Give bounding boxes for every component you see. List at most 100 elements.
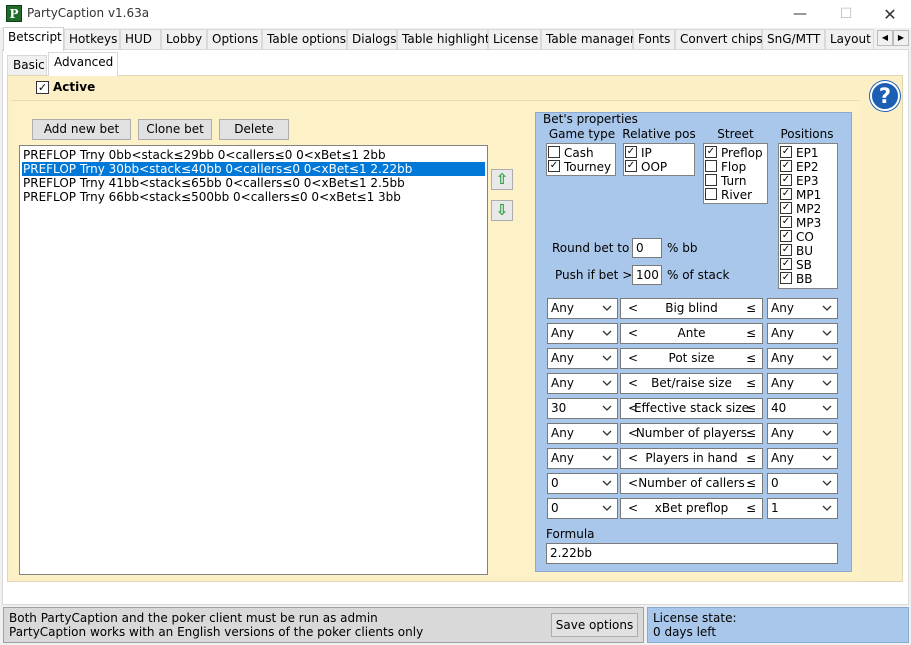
tab-sng-mtt[interactable]: SnG/MTT [762,29,825,50]
subtab-basic[interactable]: Basic [7,55,47,75]
checkbox[interactable]: ✓ [625,160,637,172]
condition-name: xBet preflop [654,501,729,515]
license-state-label: License state: [653,611,737,625]
pot-size-max-select[interactable]: Any [767,348,838,369]
less-equal-symbol: ≤ [745,376,756,390]
round-bet-unit: % bb [667,241,698,255]
clone-bet-button[interactable]: Clone bet [138,119,212,140]
big-blind-max-select[interactable]: Any [767,298,838,319]
ante-min-select[interactable]: Any [547,323,618,344]
select-value: Any [771,326,794,340]
checkbox-label: SB [796,258,812,272]
ante-max-select[interactable]: Any [767,323,838,344]
number-of-players-min-select[interactable]: Any [547,423,618,444]
round-bet-input[interactable]: 0 [632,238,662,258]
tab-license[interactable]: License [488,29,541,50]
bet-raise-size-min-select[interactable]: Any [547,373,618,394]
select-value: Any [551,451,574,465]
checkbox[interactable]: ✓ [780,258,792,270]
subtab-advanced[interactable]: Advanced [48,52,118,76]
xbet-preflop-max-select[interactable]: 1 [767,498,838,519]
checkbox[interactable]: ✓ [780,230,792,242]
checkbox[interactable] [705,174,717,186]
close-button[interactable]: ✕ [867,0,911,28]
tab-options[interactable]: Options [207,29,262,50]
license-status: License state: 0 days left [647,607,909,643]
effective-stack-size-min-select[interactable]: 30 [547,398,618,419]
less-equal-symbol: ≤ [745,451,756,465]
tab-table-highlight[interactable]: Table highlight [397,29,490,50]
checkbox[interactable]: ✓ [705,146,717,158]
street-title: Street [717,127,754,141]
checkbox[interactable] [705,160,717,172]
less-than-symbol: < [628,401,639,415]
checkbox[interactable]: ✓ [780,174,792,186]
checkbox-label: MP1 [796,188,822,202]
delete-button[interactable]: Delete [219,119,289,140]
checkbox-label: EP3 [796,174,819,188]
active-checkbox[interactable]: ✓ [36,81,49,94]
formula-input[interactable]: 2.22bb [546,543,838,564]
bet-list-item[interactable]: PREFLOP Trny 41bb<stack≤65bb 0<callers≤0… [22,176,405,190]
bet-list-item[interactable]: PREFLOP Trny 66bb<stack≤500bb 0<callers≤… [22,190,401,204]
big-blind-min-select[interactable]: Any [547,298,618,319]
tab-scroll-left-button[interactable]: ◀ [877,30,893,46]
push-if-input[interactable]: 100 [632,265,662,285]
number-of-callers-min-select[interactable]: 0 [547,473,618,494]
tab-layout[interactable]: Layout [825,29,874,50]
tab-hotkeys[interactable]: Hotkeys [64,29,120,50]
checkbox[interactable]: ✓ [780,244,792,256]
condition-name: Number of callers [638,476,745,490]
checkbox-label: BU [796,244,814,258]
checkbox[interactable]: ✓ [780,272,792,284]
tab-table-manager[interactable]: Table manager [541,29,635,50]
formula-label: Formula [546,527,595,541]
number-of-callers-max-select[interactable]: 0 [767,473,838,494]
add-new-bet-button[interactable]: Add new bet [32,119,131,140]
round-bet-label: Round bet to [552,241,630,255]
less-equal-symbol: ≤ [745,326,756,340]
pot-size-min-select[interactable]: Any [547,348,618,369]
tab-hud[interactable]: HUD [120,29,161,50]
move-up-arrow-icon[interactable]: ⇧ [491,169,513,190]
tab-scroll-right-button[interactable]: ▶ [893,30,909,46]
effective-stack-size-max-select[interactable]: 40 [767,398,838,419]
save-options-button[interactable]: Save options [551,613,638,637]
players-in-hand-max-select[interactable]: Any [767,448,838,469]
bet-properties-title: Bet's properties [543,112,638,126]
checkbox-label: Preflop [721,146,763,160]
bet-list[interactable]: PREFLOP Trny 0bb<stack≤29bb 0<callers≤0 … [19,145,488,575]
checkbox[interactable] [705,188,717,200]
number-of-players-max-select[interactable]: Any [767,423,838,444]
checkbox[interactable]: ✓ [780,160,792,172]
checkbox[interactable]: ✓ [780,216,792,228]
tab-dialogs[interactable]: Dialogs [347,29,397,50]
checkbox-label: IP [641,146,652,160]
checkbox[interactable]: ✓ [780,188,792,200]
bet-raise-size-max-select[interactable]: Any [767,373,838,394]
checkbox[interactable] [548,146,560,158]
checkbox[interactable]: ✓ [780,202,792,214]
maximize-button[interactable]: ☐ [823,0,869,28]
tab-table-options[interactable]: Table options [262,29,347,50]
tab-lobby[interactable]: Lobby [161,29,207,50]
minimize-button[interactable]: — [777,0,823,28]
xbet-preflop-min-select[interactable]: 0 [547,498,618,519]
condition-name: Ante [677,326,706,340]
checkbox[interactable]: ✓ [780,146,792,158]
title-bar: P PartyCaption v1.63a — ☐ ✕ [0,0,911,28]
checkbox[interactable]: ✓ [625,146,637,158]
bet-list-item[interactable]: PREFLOP Trny 0bb<stack≤29bb 0<callers≤0 … [22,148,386,162]
tab-fonts[interactable]: Fonts [633,29,675,50]
checkbox-label: EP1 [796,146,819,160]
bet-list-item-selected[interactable]: PREFLOP Trny 30bb<stack≤40bb 0<callers≤0… [22,162,485,176]
tab-betscript[interactable]: Betscript [3,27,64,51]
less-equal-symbol: ≤ [745,351,756,365]
tab-convert-chips[interactable]: Convert chips [675,29,763,50]
app-icon: P [6,5,22,22]
help-icon[interactable]: ? [870,81,900,111]
players-in-hand-min-select[interactable]: Any [547,448,618,469]
checkbox[interactable]: ✓ [548,160,560,172]
move-down-arrow-icon[interactable]: ⇩ [491,200,513,221]
window-title: PartyCaption v1.63a [27,6,150,20]
